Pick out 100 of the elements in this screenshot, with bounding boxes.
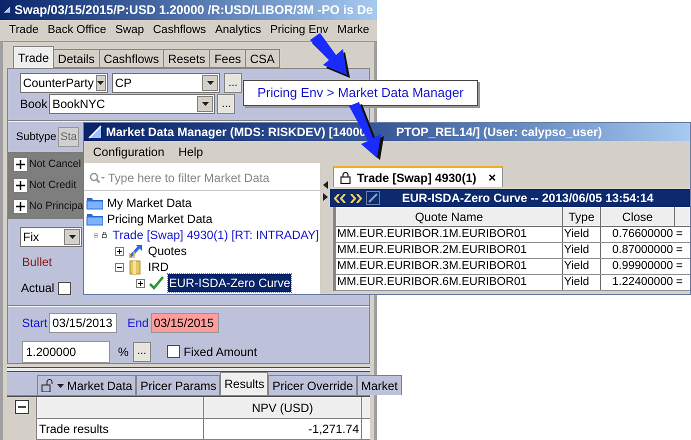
menu-item[interactable]: Back Office: [48, 22, 106, 40]
window-title: PTOP_REL14/] (User: calypso_user): [396, 124, 602, 141]
flag-label: Not Credit: [29, 178, 76, 193]
table-cell: Trade results: [37, 419, 204, 439]
plus-icon: [14, 158, 27, 172]
menu-item[interactable]: Analytics: [215, 22, 262, 40]
tree-item[interactable]: Quotes: [147, 242, 188, 260]
header-background: [362, 397, 370, 418]
double-right-arrow-icon: [350, 194, 362, 202]
field-label: Subtype: [16, 130, 56, 145]
tree-item[interactable]: My Market Data: [106, 194, 193, 212]
column-header: NPV (USD): [204, 397, 362, 418]
check-icon: [148, 275, 165, 291]
amortization-label: Bullet: [22, 254, 52, 272]
lock-icon: [340, 172, 351, 184]
flag-label: Not Cancel: [29, 156, 81, 172]
table-cell-text: 0.87000000: [611, 243, 674, 258]
collapse-icon: [14, 400, 28, 414]
tree-item[interactable]: Trade [Swap] 4930(1) [RT: INTRADAY]: [111, 226, 320, 244]
menu-item[interactable]: Help: [178, 143, 204, 161]
tab[interactable]: Pricer Params: [136, 375, 220, 395]
unit-label: %: [118, 344, 129, 361]
left-triangle-icon: [322, 181, 328, 189]
menu-item[interactable]: Marke: [337, 22, 370, 40]
folder-icon: [86, 211, 103, 227]
table-cell-text: =: [675, 227, 684, 242]
field-label: Actual: [21, 280, 54, 298]
search-icon: [89, 172, 105, 184]
date-field[interactable]: 03/15/2013: [49, 312, 118, 333]
table-cell-text: 1.22400000: [611, 275, 674, 290]
tree-item[interactable]: IRD: [147, 258, 170, 276]
book-dropdown[interactable]: BookNYC: [49, 94, 216, 114]
table-cell: Yield: [563, 259, 601, 274]
table-cell-text: =: [675, 259, 684, 274]
table-cell-text: 0.99900000: [611, 259, 674, 274]
caret-icon: [68, 235, 76, 240]
flag-label: No Principa: [29, 198, 84, 214]
curve-title: EUR-ISDA-Zero Curve -- 2013/06/05 13:54:14: [402, 190, 654, 207]
caret-icon: [202, 102, 209, 106]
menu-item[interactable]: Pricing Env: [270, 22, 328, 40]
tab[interactable]: Results: [220, 372, 268, 395]
tab[interactable]: Market Data: [37, 375, 136, 395]
tree-item[interactable]: Pricing Market Data: [106, 210, 214, 228]
rate-field[interactable]: 1.200000: [22, 340, 110, 363]
tab[interactable]: Trade: [13, 46, 54, 68]
menu-item[interactable]: Configuration: [93, 143, 164, 161]
browse-button[interactable]: ...: [217, 94, 236, 114]
browse-button[interactable]: ...: [224, 73, 242, 93]
column-header: Close: [601, 207, 675, 226]
app-icon: [88, 125, 102, 139]
right-triangle-icon: [322, 193, 328, 201]
menu-item[interactable]: Trade: [9, 22, 39, 40]
field-label: Start: [22, 314, 48, 332]
filter-field[interactable]: Type here to filter Market Data: [108, 168, 315, 186]
checkbox[interactable]: [166, 345, 180, 358]
table-cell: MM.EUR.EURIBOR.2M.EURIBOR01: [336, 243, 563, 258]
plus-icon: [14, 200, 27, 214]
double-left-arrow-icon: [334, 194, 346, 202]
lock-icon: [41, 379, 54, 392]
tab[interactable]: Resets: [162, 49, 210, 68]
field-label: Book: [20, 96, 48, 114]
chart-arrow-icon: [127, 243, 144, 259]
table-cell-text: =: [675, 275, 684, 290]
table-cell: MM.EUR.EURIBOR.3M.EURIBOR01: [336, 259, 563, 274]
table-cell-text: =: [675, 243, 684, 258]
close-button[interactable]: ×: [488, 171, 496, 184]
party-type-dropdown[interactable]: CounterParty: [20, 73, 108, 93]
caret-icon: [57, 384, 64, 388]
table-cell: Yield: [563, 243, 601, 258]
tab-label: Trade [Swap] 4930(1): [357, 170, 476, 186]
callout-text: Pricing Env > Market Data Manager: [257, 84, 464, 102]
tab[interactable]: Details: [52, 49, 100, 68]
column-header: Type: [563, 207, 601, 226]
table-cell: -1,271.74: [204, 419, 362, 439]
tab[interactable]: Pricer Override: [268, 375, 358, 395]
tab[interactable]: CSA: [245, 49, 280, 68]
tab[interactable]: Cashflows: [98, 49, 164, 68]
plus-icon: [14, 179, 27, 192]
date-field[interactable]: 03/15/2015: [150, 312, 219, 333]
tab[interactable]: Market: [357, 375, 402, 395]
caret-icon: [206, 81, 214, 85]
menu-item[interactable]: Swap: [115, 22, 144, 40]
checkbox[interactable]: [58, 282, 72, 295]
browse-button[interactable]: ...: [132, 342, 151, 362]
table-cell: Yield: [563, 227, 601, 242]
party-name-dropdown[interactable]: CP: [112, 73, 220, 93]
table-cell-text: 0.76600000: [611, 227, 674, 242]
leg-type-dropdown[interactable]: Fix: [20, 227, 82, 248]
pencil-icon: [366, 191, 380, 205]
menu-item[interactable]: Cashflows: [153, 22, 206, 40]
tab[interactable]: Fees: [209, 49, 246, 68]
field-label: End: [127, 314, 149, 332]
folder-icon: [86, 195, 103, 211]
column-header: Quote Name: [336, 207, 563, 226]
table-cell: MM.EUR.EURIBOR.6M.EURIBOR01: [336, 275, 563, 290]
table-cell: Yield: [563, 275, 601, 290]
pointer-arrow: [310, 33, 350, 78]
checkbox-label: Fixed Amount: [184, 344, 258, 361]
tree-item[interactable]: EUR-ISDA-Zero Curve: [168, 274, 292, 292]
tab[interactable]: Trade [Swap] 4930(1) ×: [333, 166, 503, 187]
